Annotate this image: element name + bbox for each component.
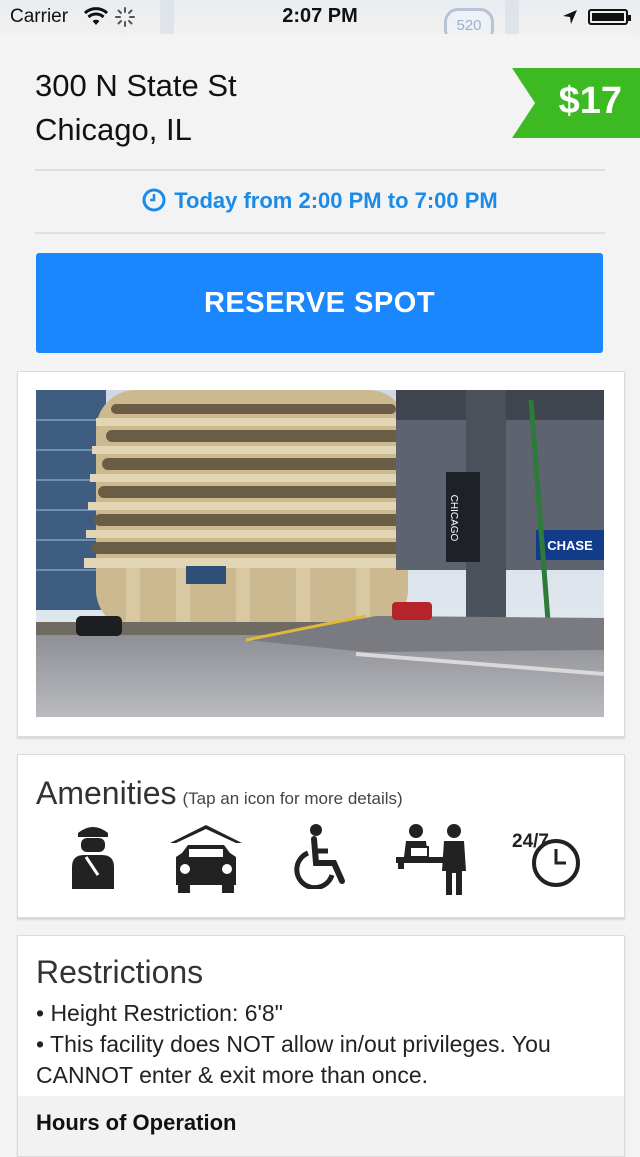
hours-of-operation-heading: Hours of Operation bbox=[36, 1110, 237, 1135]
reserve-spot-button[interactable]: RESERVE SPOT bbox=[36, 253, 603, 353]
address-line-1: 300 N State St bbox=[35, 68, 237, 103]
attendant-icon[interactable] bbox=[396, 823, 472, 895]
restrictions-title: Restrictions bbox=[36, 954, 204, 990]
24-7-badge-label: 24/7 bbox=[512, 831, 549, 852]
location-arrow-icon bbox=[563, 10, 577, 24]
chicago-sign: CHICAGO bbox=[448, 495, 459, 542]
battery-icon bbox=[588, 9, 631, 25]
restrictions-list: • Height Restriction: 6'8" • This facili… bbox=[36, 998, 606, 1091]
photo-card: CHICAGO CHASE bbox=[17, 371, 625, 737]
price-label: $17 bbox=[558, 80, 622, 122]
address-line-2: Chicago, IL bbox=[35, 112, 192, 147]
hours-of-operation-section: Hours of Operation bbox=[18, 1096, 624, 1156]
restrictions-card: Restrictions • Height Restriction: 6'8" … bbox=[17, 935, 625, 1157]
amenities-heading: Amenities (Tap an icon for more details) bbox=[36, 775, 403, 812]
restriction-item-height: • Height Restriction: 6'8" bbox=[36, 1000, 283, 1026]
24-7-icon[interactable]: 24/7 bbox=[510, 823, 584, 889]
clock-time: 2:07 PM bbox=[282, 5, 358, 27]
covered-parking-icon[interactable] bbox=[168, 823, 244, 895]
divider bbox=[35, 169, 605, 171]
clock-icon bbox=[142, 188, 166, 212]
wheelchair-accessible-icon[interactable] bbox=[294, 823, 350, 889]
divider bbox=[35, 232, 605, 234]
valet-icon[interactable] bbox=[68, 823, 118, 891]
facility-photo[interactable]: CHICAGO CHASE bbox=[36, 390, 604, 717]
status-bar: 520 Carrier 2:07 PM bbox=[0, 0, 640, 34]
price-tag: $17 bbox=[512, 68, 640, 138]
address: 300 N State St Chicago, IL bbox=[35, 64, 237, 152]
amenities-title: Amenities bbox=[36, 775, 177, 811]
amenities-card: Amenities (Tap an icon for more details) … bbox=[17, 754, 625, 918]
time-window-label: Today from 2:00 PM to 7:00 PM bbox=[174, 188, 498, 213]
amenities-hint: (Tap an icon for more details) bbox=[182, 789, 403, 808]
restriction-item-in-out: • This facility does NOT allow in/out pr… bbox=[36, 1031, 551, 1088]
bank-sign: CHASE bbox=[547, 538, 593, 553]
time-window: Today from 2:00 PM to 7:00 PM bbox=[35, 188, 605, 214]
